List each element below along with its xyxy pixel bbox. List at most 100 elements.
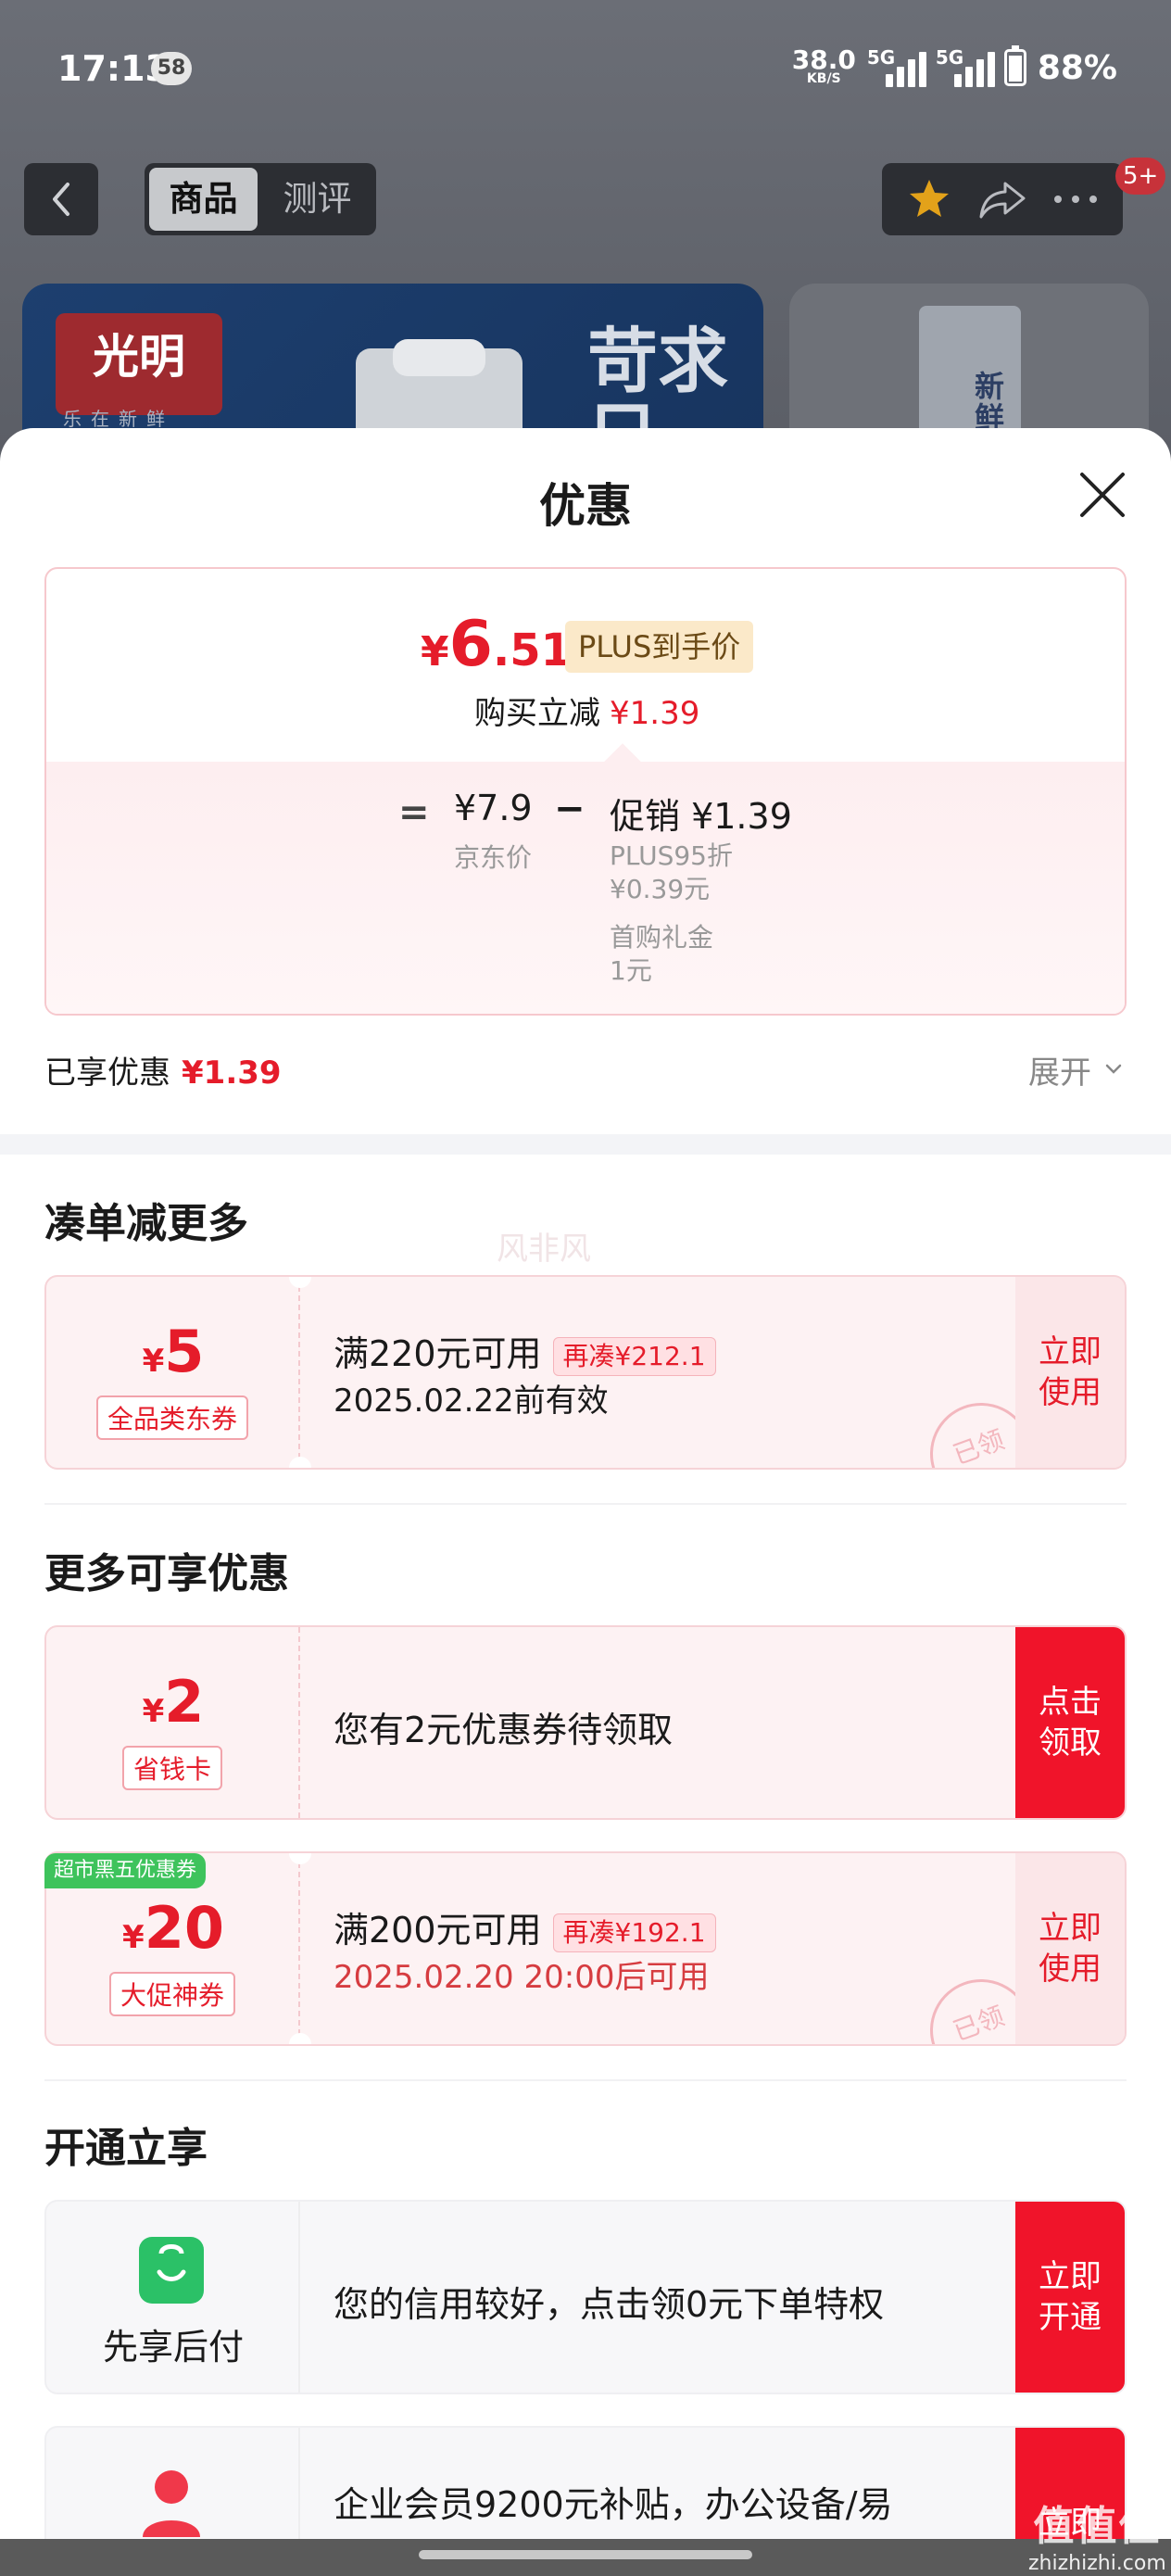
coupon-currency: ¥ [142,1343,165,1380]
coupon-card[interactable]: ¥20 大促神券 满200元可用 再凑¥192.1 2025.02.20 20:0… [44,1851,1127,2046]
use-now-button[interactable]: 立即 使用 [1015,1277,1125,1468]
service-label: 先享后付 [102,2327,244,2368]
signal-sim2-icon: 5G [935,46,995,89]
instant-cut-value: ¥1.39 [610,695,700,732]
tab-review[interactable]: 测评 [263,168,371,231]
battery-percent: 88% [1037,48,1117,87]
message-badge: 5+ [1115,158,1166,195]
coupon-type-tag: 大促神券 [108,1972,236,2016]
promo-detail-4: 1元 [610,955,652,986]
promo-detail-1: PLUS95折 [610,840,733,871]
expand-button[interactable]: 展开 [1028,1047,1091,1092]
coupon-amount: ¥5 [46,1318,300,1385]
site-watermark: 值值值 zhizhizhi.com [1028,2493,1166,2575]
divider [44,1503,1127,1505]
saved-value: ¥1.39 [182,1054,282,1092]
brand-logo: 光明 [56,313,222,415]
section-title-open: 开通立享 [44,2125,208,2172]
service-icon-panel: 先享后付 [46,2202,300,2393]
promo-total: 促销 ¥1.39 [610,796,792,837]
divider [44,2079,1127,2081]
user-watermark: 风非风 [497,1231,591,1268]
final-price-dec: .51 [492,625,572,676]
equals-sign: = [398,791,430,834]
home-indicator[interactable] [419,2550,752,2559]
net-speed: 38.0 KB/S [791,44,856,87]
coupon-type-tag: 全品类东券 [95,1395,249,1440]
coupon-card[interactable]: ¥5 全品类东券 满220元可用 再凑¥212.1 2025.02.22前有效 已… [44,1275,1127,1470]
section-gap [0,1134,1171,1155]
coupon-value-panel: ¥5 全品类东券 [46,1277,300,1468]
back-button[interactable] [24,163,98,235]
coupon-gap-pill: 再凑¥192.1 [552,1913,716,1952]
coupon-condition: 满220元可用 再凑¥212.1 [334,1325,716,1376]
status-right: 38.0 KB/S 5G 5G 88% [792,44,1117,91]
coupon-amount: ¥20 [46,1894,300,1962]
claim-button[interactable]: 点击 领取 [1015,1627,1125,1818]
notification-count-badge: 58 [151,52,192,85]
coupon-amount-value: 20 [144,1894,224,1962]
coupon-card[interactable]: ¥2 省钱卡 您有2元优惠券待领取 点击 领取 [44,1625,1127,1820]
promo-detail-2: ¥0.39元 [610,874,711,904]
site-watermark-url: zhizhizhi.com [1028,2552,1166,2575]
side-box-text: 新鲜 [975,369,1005,436]
instant-cut-label: 购买立减 [474,695,600,732]
coupon-value-panel: ¥2 省钱卡 [46,1627,300,1818]
more-icon[interactable] [1052,194,1099,205]
site-watermark-logo: 值值值 [1033,2503,1162,2550]
nav-actions [882,163,1123,235]
final-price-currency: ¥ [421,628,449,676]
status-bar: 17:13 58 38.0 KB/S 5G 5G 88% [0,0,1171,139]
coupon-gap-pill: 再凑¥212.1 [552,1336,716,1376]
close-icon[interactable] [1077,469,1128,521]
final-price-int: 6 [448,608,493,681]
discount-sheet: 优惠 ¥6.51 PLUS到手价 购买立减 ¥1.39 = ¥7.9 京东价 − … [0,428,1171,2576]
coupon-amount-value: 2 [164,1668,205,1736]
promo-corner-badge: 超市黑五优惠券 [44,1853,207,1888]
net-speed-unit: KB/S [806,71,841,86]
coupon-amount-value: 5 [164,1318,205,1385]
milk-cap-image [393,339,485,376]
section-title-more: 更多可享优惠 [44,1550,289,1597]
coupon-condition: 满200元可用 再凑¥192.1 [334,1901,716,1952]
signal-sim1-icon: 5G [866,46,926,89]
price-summary: ¥6.51 PLUS到手价 购买立减 ¥1.39 = ¥7.9 京东价 − 促销 … [44,567,1127,1016]
activate-button[interactable]: 立即 开通 [1015,2202,1125,2393]
use-now-button[interactable]: 立即 使用 [1015,1853,1125,2044]
coupon-currency: ¥ [142,1693,165,1730]
sheet-title: 优惠 [539,479,632,533]
jd-price-label: 京东价 [454,842,533,873]
shopping-bag-icon [139,2237,204,2304]
service-description: 企业会员9200元补贴，办公设备/易 [334,2484,893,2525]
coupon-currency: ¥ [122,1919,145,1956]
jd-price: ¥7.9 [454,788,533,828]
chevron-left-icon [53,183,69,216]
chevron-down-icon[interactable] [1104,1060,1123,1079]
coupon-amount: ¥2 [46,1668,300,1736]
saved-discount: 已享优惠 ¥1.39 [44,1047,282,1092]
coupon-type-tag: 省钱卡 [121,1746,223,1790]
coupon-description: 您有2元优惠券待领取 [334,1710,674,1750]
instant-cut: 购买立减 ¥1.39 [474,688,699,733]
coupon-validity: 2025.02.22前有效 [334,1383,609,1420]
section-title-combine: 凑单减更多 [44,1200,248,1247]
price-breakdown-panel [46,762,1125,1014]
minus-sign: − [554,788,586,830]
coupon-validity: 2025.02.20 20:00后可用 [334,1959,710,1996]
product-tabs: 商品 测评 [145,163,376,235]
sim2-network-label: 5G [935,46,964,69]
coupon-condition-text: 满220元可用 [334,1333,542,1374]
user-icon [143,2470,200,2537]
service-description: 您的信用较好，点击领0元下单特权 [334,2284,885,2325]
brand-slogan: 乐在新鲜 [63,408,174,430]
net-speed-value: 38.0 [791,44,856,75]
coupon-condition-text: 满200元可用 [334,1910,542,1951]
tab-product[interactable]: 商品 [149,168,258,231]
service-card[interactable]: 先享后付 您的信用较好，点击领0元下单特权 立即 开通 [44,2200,1127,2394]
battery-icon [1003,45,1026,86]
sim1-network-label: 5G [866,46,896,69]
plus-price-tag: PLUS到手价 [565,621,754,673]
star-icon[interactable] [906,176,952,222]
saved-label: 已享优惠 [44,1054,170,1092]
share-icon[interactable] [977,178,1027,221]
